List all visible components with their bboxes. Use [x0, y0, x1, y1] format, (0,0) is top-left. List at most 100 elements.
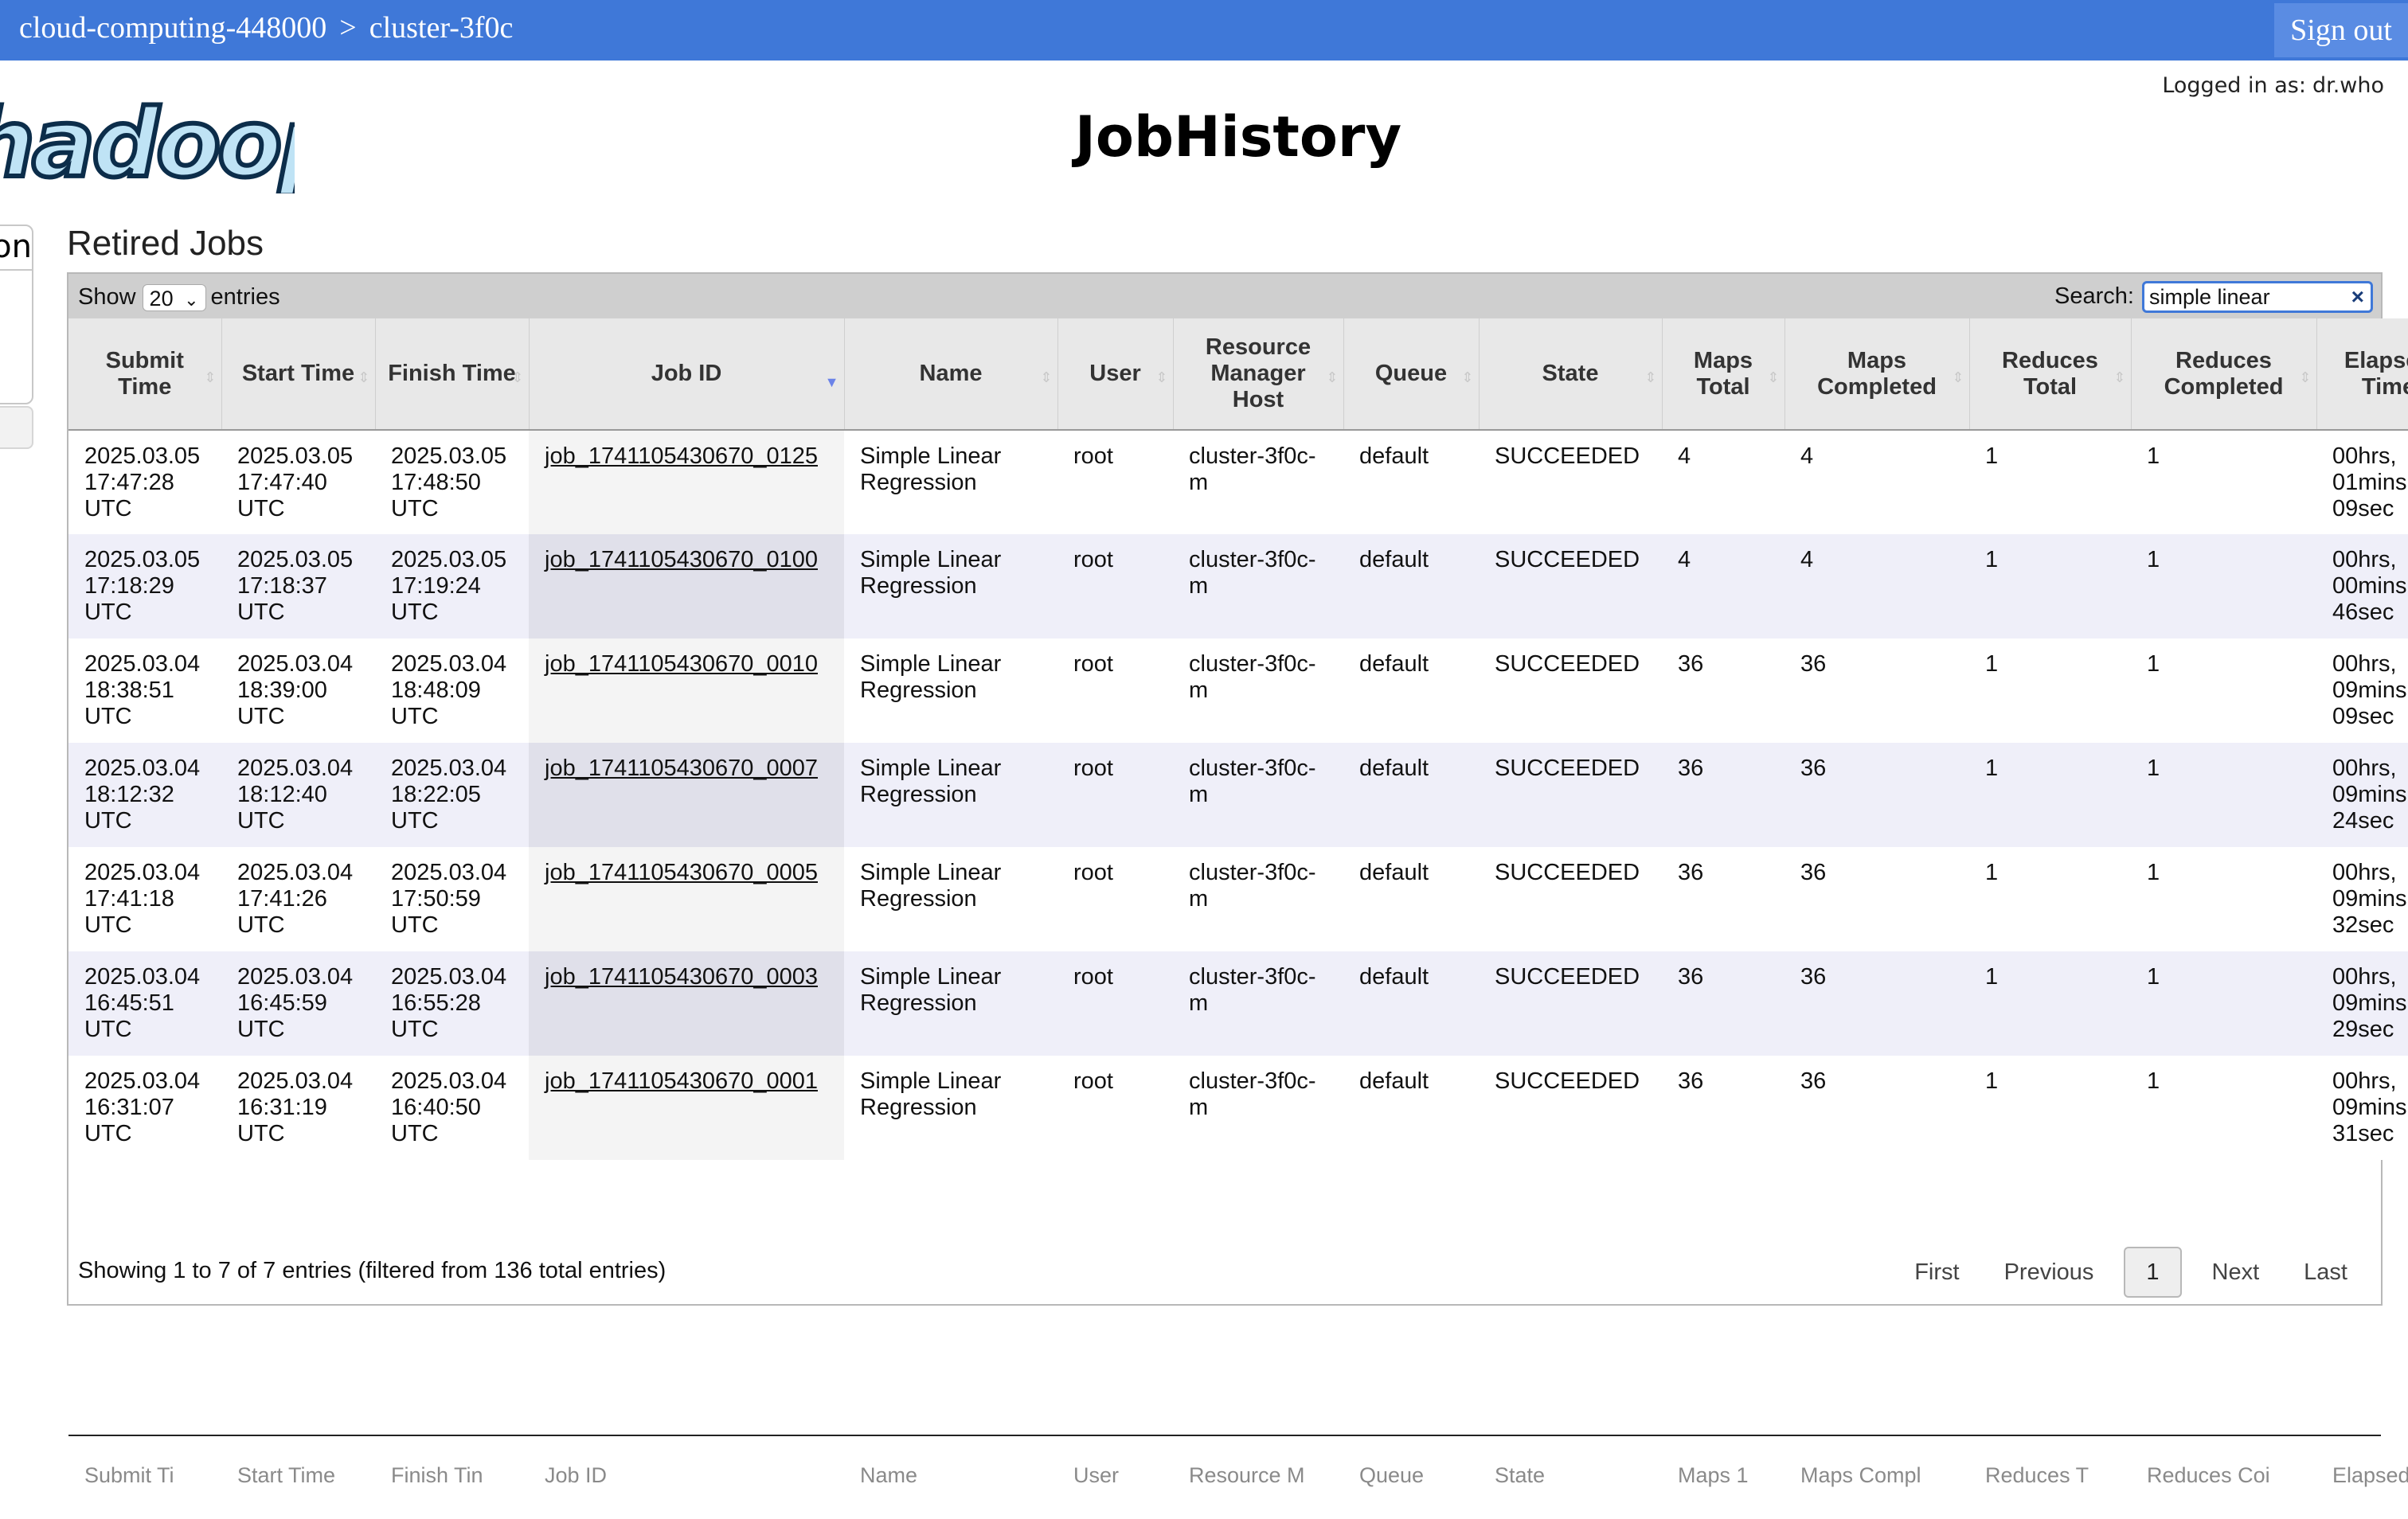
filter-input-reduces-total[interactable]: Reduces T: [1985, 1463, 2115, 1488]
cell-state: SUCCEEDED: [1479, 638, 1662, 743]
entries-select[interactable]: 20 ⌄: [142, 284, 206, 312]
pagination-page-1[interactable]: 1: [2124, 1247, 2182, 1298]
filter-input-finish-time[interactable]: Finish Tin: [391, 1463, 513, 1488]
cell-user: root: [1057, 430, 1173, 534]
hadoop-logo[interactable]: hadoop: [0, 94, 295, 193]
left-nav-label[interactable]: on: [0, 226, 32, 267]
cell-finish-time: 2025.03.04 16:40:50 UTC: [375, 1056, 529, 1160]
cell-user: root: [1057, 951, 1173, 1056]
cell-submit-time: 2025.03.04 17:41:18 UTC: [68, 847, 221, 951]
chevron-down-icon: ⌄: [184, 290, 199, 310]
column-header-maps-completed[interactable]: Maps Completed ⇕: [1784, 318, 1970, 431]
column-header-label: Start Time: [241, 361, 355, 386]
filter-input-name[interactable]: Name: [860, 1463, 1042, 1488]
top-bar: cloud-computing-448000 > cluster-3f0c Sign…: [0, 0, 2408, 61]
filter-input-rm-host[interactable]: Resource M: [1189, 1463, 1327, 1488]
cell-maps-total: 36: [1662, 638, 1784, 743]
table-info: Showing 1 to 7 of 7 entries (filtered fr…: [78, 1258, 666, 1283]
breadcrumb: cloud-computing-448000 > cluster-3f0c: [19, 8, 513, 48]
column-header-label: Maps Total: [1693, 347, 1753, 400]
filter-input-maps-completed[interactable]: Maps Compl: [1800, 1463, 1953, 1488]
filter-input-state[interactable]: State: [1495, 1463, 1646, 1488]
cell-queue: default: [1343, 847, 1479, 951]
column-header-reduces-total[interactable]: Reduces Total ⇕: [1969, 318, 2132, 431]
filter-input-start-time[interactable]: Start Time: [237, 1463, 359, 1488]
job-id-link[interactable]: job_1741105430670_0001: [545, 1068, 818, 1094]
column-header-start-time[interactable]: Start Time ⇕: [221, 318, 376, 431]
table-row: 2025.03.04 18:38:51 UTC 2025.03.04 18:39:…: [68, 638, 2408, 743]
cell-submit-time: 2025.03.04 18:12:32 UTC: [68, 743, 221, 847]
left-nav-strip[interactable]: [0, 406, 33, 449]
job-id-link[interactable]: job_1741105430670_0005: [545, 860, 818, 885]
column-header-rm-host[interactable]: Resource Manager Host ⇕: [1173, 318, 1344, 431]
cell-queue: default: [1343, 430, 1479, 534]
job-id-link[interactable]: job_1741105430670_0010: [545, 651, 818, 677]
cell-finish-time: 2025.03.04 17:50:59 UTC: [375, 847, 529, 951]
left-nav-panel[interactable]: on: [0, 225, 33, 404]
filter-input-job-id[interactable]: Job ID: [545, 1463, 828, 1488]
cell-user: root: [1057, 534, 1173, 638]
column-header-elapsed-time[interactable]: Elapsed Time⇕: [2316, 318, 2408, 431]
show-label: Show: [78, 284, 136, 310]
column-header-name[interactable]: Name ⇕: [844, 318, 1058, 431]
entries-label: entries: [210, 284, 280, 310]
section-title: Retired Jobs: [67, 224, 264, 263]
column-header-maps-total[interactable]: Maps Total ⇕: [1662, 318, 1785, 431]
sort-icon: ⇕: [511, 369, 524, 385]
column-header-submit-time[interactable]: Submit Time ⇕: [68, 318, 222, 431]
cell-maps-completed: 36: [1784, 951, 1969, 1056]
username: dr.who: [2312, 73, 2384, 98]
logged-in-label: Logged in as:: [2162, 73, 2306, 98]
sort-icon: ⇕: [1767, 369, 1780, 385]
sign-out-button[interactable]: Sign out: [2274, 3, 2408, 57]
job-id-link[interactable]: job_1741105430670_0007: [545, 756, 818, 781]
column-header-reduces-completed[interactable]: Reduces Completed ⇕: [2131, 318, 2317, 431]
cell-maps-total: 36: [1662, 951, 1784, 1056]
cell-start-time: 2025.03.05 17:47:40 UTC: [221, 430, 375, 534]
pagination-last[interactable]: Last: [2289, 1248, 2362, 1296]
table-row: 2025.03.04 16:31:07 UTC 2025.03.04 16:31:…: [68, 1056, 2408, 1160]
column-header-state[interactable]: State ⇕: [1479, 318, 1663, 431]
column-header-label: State: [1542, 361, 1599, 386]
cell-start-time: 2025.03.04 18:39:00 UTC: [221, 638, 375, 743]
pagination-first[interactable]: First: [1900, 1248, 1973, 1296]
search-control: Search: simple linear ×: [2054, 280, 2373, 314]
cell-reduces-total: 1: [1969, 534, 2131, 638]
sort-icon: ⇕: [1155, 369, 1168, 385]
table-header-row: Submit Time ⇕ Start Time ⇕ Finish Time ⇕ Job I…: [68, 318, 2408, 431]
left-nav-divider: [0, 269, 32, 271]
job-id-link[interactable]: job_1741105430670_0100: [545, 547, 818, 572]
pagination-next[interactable]: Next: [2198, 1248, 2274, 1296]
filter-input-maps-total[interactable]: Maps 1: [1678, 1463, 1769, 1488]
column-header-job-id[interactable]: Job ID ▼: [529, 318, 845, 431]
filter-input-reduces-completed[interactable]: Reduces Coi: [2147, 1463, 2300, 1488]
filter-input-user[interactable]: User: [1073, 1463, 1157, 1488]
breadcrumb-project[interactable]: cloud-computing-448000: [19, 11, 326, 45]
column-header-label: Elapsed Time: [2344, 347, 2408, 400]
cell-rm-host: cluster-3f0c-m: [1173, 534, 1343, 638]
cell-maps-completed: 36: [1784, 847, 1969, 951]
cell-state: SUCCEEDED: [1479, 847, 1662, 951]
filter-input-queue[interactable]: Queue: [1359, 1463, 1463, 1488]
breadcrumb-cluster[interactable]: cluster-3f0c: [369, 11, 514, 45]
cell-reduces-completed: 1: [2131, 847, 2316, 951]
job-id-link[interactable]: job_1741105430670_0125: [545, 443, 818, 469]
cell-reduces-total: 1: [1969, 1056, 2131, 1160]
cell-reduces-completed: 1: [2131, 951, 2316, 1056]
column-header-label: Queue: [1374, 361, 1448, 386]
column-header-queue[interactable]: Queue ⇕: [1343, 318, 1480, 431]
table-body: 2025.03.05 17:47:28 UTC 2025.03.05 17:47:…: [68, 430, 2408, 1160]
column-header-finish-time[interactable]: Finish Time ⇕: [375, 318, 530, 431]
sort-icon: ⇕: [2299, 369, 2312, 385]
cell-job-id: job_1741105430670_0003: [529, 951, 844, 1056]
job-id-link[interactable]: job_1741105430670_0003: [545, 964, 818, 990]
cell-rm-host: cluster-3f0c-m: [1173, 847, 1343, 951]
column-header-user[interactable]: User ⇕: [1057, 318, 1174, 431]
table-row: 2025.03.05 17:18:29 UTC 2025.03.05 17:18:…: [68, 534, 2408, 638]
clear-icon[interactable]: ×: [2351, 283, 2364, 310]
filter-input-elapsed-time[interactable]: Elapsed T: [2332, 1463, 2408, 1488]
pagination-previous[interactable]: Previous: [1990, 1248, 2109, 1296]
filter-input-submit-time[interactable]: Submit Ti: [84, 1463, 205, 1488]
column-header-label: Resource Manager Host: [1205, 334, 1312, 412]
search-input[interactable]: simple linear ×: [2142, 281, 2373, 314]
